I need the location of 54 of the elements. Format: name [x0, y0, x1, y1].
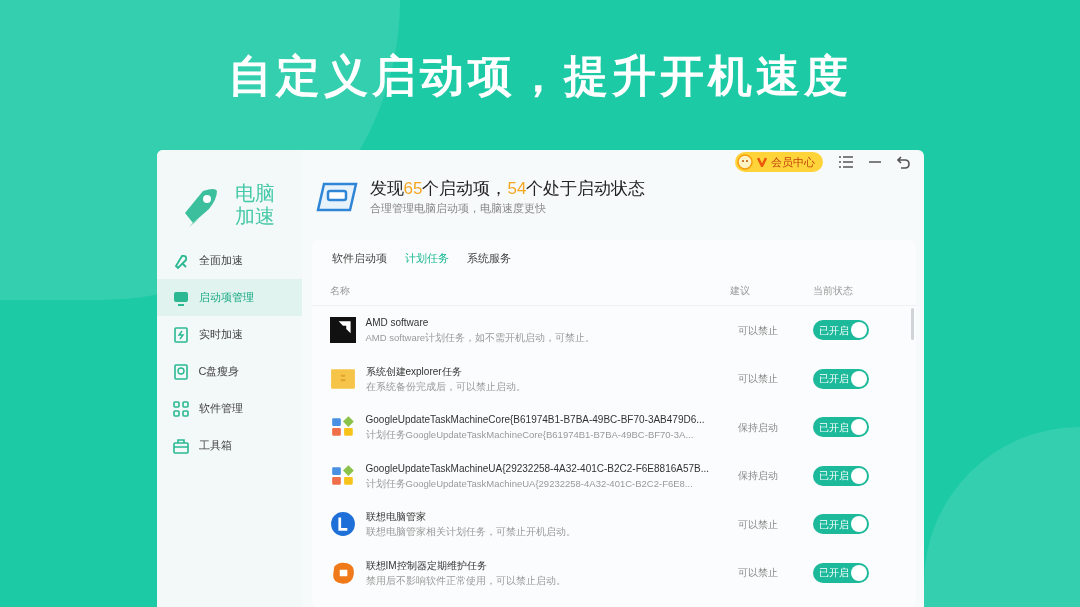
- toggle-switch[interactable]: 已开启: [812, 514, 869, 535]
- toggle-switch[interactable]: 已开启: [812, 417, 869, 438]
- tab[interactable]: 软件启动项: [331, 249, 387, 267]
- sidebar-item[interactable]: 软件管理: [156, 390, 302, 427]
- grid-icon: [172, 400, 189, 417]
- sidebar-item[interactable]: 实时加速: [156, 316, 302, 353]
- column-header: 建议: [729, 284, 751, 298]
- item-description: 禁用后不影响软件正常使用，可以禁止启动。: [365, 573, 567, 588]
- item-description: 在系统备份完成后，可以禁止启动。: [365, 379, 527, 394]
- sidebar-item[interactable]: 启动项管理: [156, 279, 302, 316]
- item-description: 计划任务GoogleUpdateTaskMachineUA{29232258-4A32-401C-B2C2-F6E8...: [365, 476, 694, 491]
- item-name: AMD software: [365, 316, 430, 331]
- item-name: 联想电脑管家: [365, 510, 427, 525]
- monitor-icon: [315, 182, 358, 212]
- toggle-switch[interactable]: 已开启: [812, 368, 869, 389]
- monitor-icon: [172, 289, 189, 306]
- item-description: 计划任务GoogleUpdateTaskMachineCore{B61974B1-B7BA-49BC-BF70-3A...: [365, 428, 695, 443]
- item-name: 联想IM控制器定期维护任务: [365, 558, 488, 573]
- page-subtitle: 合理管理电脑启动项，电脑速度更快: [369, 200, 547, 216]
- letter-circle-icon: [329, 511, 356, 538]
- advice-text: 可以禁止: [737, 566, 779, 581]
- advice-text: 可以禁止: [737, 517, 779, 532]
- page-title: 发现65个启动项，54个处于启动状态: [369, 177, 646, 200]
- tab[interactable]: 系统服务: [466, 249, 511, 267]
- toggle-switch[interactable]: 已开启: [812, 320, 869, 341]
- vip-button[interactable]: 会员中心: [734, 152, 823, 172]
- headline: 自定义启动项，提升开机速度: [228, 49, 852, 103]
- sidebar-item[interactable]: 全面加速: [156, 242, 302, 279]
- sidebar-item[interactable]: C盘瘦身: [156, 353, 302, 390]
- advice-text: 可以禁止: [737, 372, 779, 387]
- item-name: 系统创建explorer任务: [365, 364, 463, 379]
- item-name: GoogleUpdateTaskMachineUA{29232258-4A32-401C-B2C2-F6E8816A57B...: [365, 461, 711, 476]
- minimize-icon[interactable]: [868, 161, 881, 163]
- column-header: 当前状态: [811, 284, 854, 298]
- advice-text: 可以禁止: [737, 323, 779, 338]
- scrollbar: [910, 308, 914, 340]
- column-header: 名称: [329, 284, 351, 298]
- menu-icon[interactable]: [838, 156, 853, 168]
- toggle-switch[interactable]: 已开启: [812, 562, 869, 583]
- item-name: GoogleUpdateTaskMachineCore{B61974B1-B7BA-49BC-BF70-3AB479D6...: [365, 413, 706, 428]
- face-icon: [736, 154, 753, 170]
- lightning-icon: [172, 326, 189, 343]
- advice-text: 保持启动: [737, 469, 779, 484]
- v-icon: [756, 157, 767, 167]
- item-description: AMD software计划任务，如不需开机启动，可禁止。: [365, 331, 597, 346]
- toggle-switch[interactable]: 已开启: [812, 465, 869, 486]
- toolbox-icon: [172, 437, 189, 454]
- tab[interactable]: 计划任务: [404, 249, 449, 267]
- sidebar-item[interactable]: 工具箱: [156, 427, 302, 464]
- back-icon[interactable]: [896, 155, 910, 169]
- logo-text: 加速: [234, 205, 275, 228]
- advice-text: 保持启动: [737, 420, 779, 435]
- item-description: 联想电脑管家相关计划任务，可禁止开机启动。: [365, 525, 577, 540]
- logo-text: 电脑: [234, 182, 275, 205]
